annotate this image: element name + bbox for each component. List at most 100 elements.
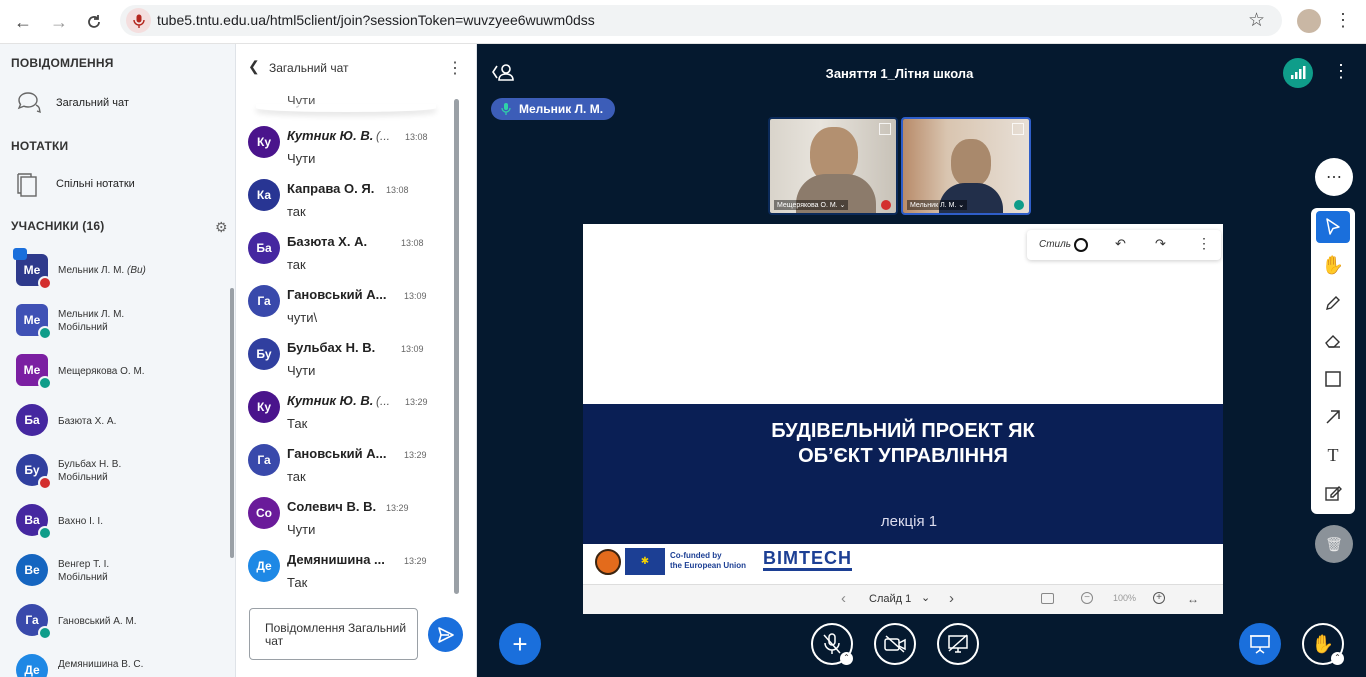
share-webcam-button[interactable]: [874, 623, 916, 665]
chat-options-icon[interactable]: ⋮: [447, 58, 463, 78]
select-tool-button[interactable]: [1316, 211, 1350, 243]
rectangle-tool-button[interactable]: [1316, 363, 1350, 395]
note-tool-button[interactable]: [1316, 477, 1350, 509]
slide-subtitle: лекція 1: [880, 513, 938, 530]
pencil-tool-button[interactable]: [1316, 287, 1350, 319]
message-sender: Бульбах Н. В.: [287, 340, 375, 355]
video-tile[interactable]: Мещерякова О. М. ⌄: [768, 117, 898, 215]
chat-message-input[interactable]: Повідомлення Загальний чат: [249, 608, 418, 660]
shared-notes-link[interactable]: Спільні нотатки: [16, 171, 135, 197]
forward-arrow-icon[interactable]: →: [46, 9, 72, 35]
redo-icon[interactable]: ↷: [1155, 236, 1166, 252]
eraser-tool-button[interactable]: [1316, 325, 1350, 357]
chat-header: ❮ Загальний чат ⋮: [236, 44, 476, 90]
participant-row[interactable]: Ме Мельник Л. М. (Ви): [13, 248, 226, 294]
style-label[interactable]: Стиль: [1039, 239, 1071, 250]
fit-width-icon[interactable]: ↔: [1187, 592, 1199, 606]
participant-row[interactable]: Ва Вахно І. І.: [16, 504, 226, 544]
chat-scrollbar[interactable]: [454, 99, 459, 594]
participant-device: Мобільний: [58, 572, 108, 583]
reactions-caret-icon[interactable]: ⌃: [1331, 652, 1344, 665]
user-list-scrollbar[interactable]: [230, 288, 234, 558]
video-tile-name: Мельник Л. М. ⌄: [907, 200, 968, 210]
slide-selector[interactable]: Слайд 1: [869, 593, 911, 605]
sticky-note-icon: [1325, 486, 1342, 501]
presentation-slide[interactable]: Стиль ↶ ↷ ⋮ БУДІВЕЛЬНИЙ ПРОЕКТ ЯК ОБ’ЄКТ…: [583, 224, 1223, 614]
sender-name: Солевич В. В.: [287, 499, 377, 514]
chat-message: Ку Кутник Ю. В. (... 13:29 Так: [248, 391, 448, 444]
raise-hand-button[interactable]: ✋ ⌃: [1302, 623, 1344, 665]
chat-message: Ку Кутник Ю. В. (... 13:08 Чути: [248, 126, 448, 179]
messages-section-title: ПОВІДОМЛЕННЯ: [11, 56, 114, 70]
eu-cofunded-text: Co-funded by the European Union: [670, 551, 746, 571]
bookmark-star-icon[interactable]: ☆: [1248, 9, 1265, 32]
participant-row[interactable]: Ме Мельник Л. М. Мобільний: [16, 304, 226, 344]
muted-mic-icon: [38, 476, 52, 490]
message-sender: Гановський А...: [287, 446, 397, 461]
stroke-style-icon[interactable]: [1074, 238, 1088, 252]
delete-annotations-button[interactable]: 🗑: [1315, 525, 1353, 563]
actions-plus-button[interactable]: +: [499, 623, 541, 665]
zoom-in-icon[interactable]: +: [1153, 592, 1165, 604]
zoom-out-icon[interactable]: −: [1081, 592, 1093, 604]
screen-share-off-icon: [948, 634, 968, 653]
participant-row[interactable]: Ба Базюта Х. А.: [16, 404, 226, 444]
options-menu-icon[interactable]: ⋮: [1332, 61, 1350, 82]
send-button[interactable]: [428, 617, 463, 652]
pan-tool-button[interactable]: ✋: [1316, 249, 1350, 281]
next-slide-icon[interactable]: ›: [949, 590, 954, 607]
participant-row[interactable]: Бу Бульбах Н. В. Мобільний: [16, 454, 226, 494]
participant-name: Венгер Т. І.: [58, 559, 110, 570]
sender-name: Гановський А...: [287, 287, 387, 302]
chevron-down-icon[interactable]: ⌄: [921, 591, 930, 604]
more-tools-button[interactable]: ⋯: [1315, 158, 1353, 196]
presentation-toggle-button[interactable]: [1239, 623, 1281, 665]
fullscreen-icon[interactable]: [1012, 123, 1024, 135]
avatar: Га: [248, 444, 280, 476]
headphones-icon: [38, 526, 52, 540]
video-tile[interactable]: Мельник Л. М. ⌄: [901, 117, 1031, 215]
participant-name: Мельник Л. М.: [58, 309, 125, 320]
arrow-tool-button[interactable]: [1316, 401, 1350, 433]
snapshot-icon[interactable]: [1041, 593, 1054, 604]
participant-row[interactable]: Га Гановський А. М.: [16, 604, 226, 644]
you-suffix: (Ви): [127, 265, 146, 276]
message-time: 13:29: [404, 556, 427, 566]
message-time: 13:09: [404, 291, 427, 301]
browser-menu-icon[interactable]: ⋮: [1334, 10, 1352, 31]
rectangle-icon: [1325, 371, 1341, 387]
eraser-icon: [1325, 335, 1340, 348]
message-sender: Кутник Ю. В.: [287, 393, 375, 408]
chevron-left-icon[interactable]: ❮: [248, 58, 260, 75]
mute-button[interactable]: ⌃: [811, 623, 853, 665]
participants-section-title: УЧАСНИКИ (16): [11, 219, 105, 233]
share-screen-button[interactable]: [937, 623, 979, 665]
address-bar[interactable]: tube5.tntu.edu.ua/html5client/join?sessi…: [120, 5, 1282, 36]
participant-name: Мельник Л. М.: [58, 265, 125, 276]
participant-name: Вахно І. І.: [58, 516, 103, 527]
message-sender: Базюта Х. А.: [287, 234, 367, 249]
connection-status-icon[interactable]: [1283, 58, 1313, 88]
participants-settings-gear-icon[interactable]: ⚙: [215, 219, 228, 236]
profile-avatar[interactable]: [1297, 9, 1321, 33]
participant-row[interactable]: Ме Мещерякова О. М.: [16, 354, 226, 394]
slide-title: БУДІВЕЛЬНИЙ ПРОЕКТ ЯК ОБ’ЄКТ УПРАВЛІННЯ: [583, 419, 1223, 469]
undo-icon[interactable]: ↶: [1115, 236, 1126, 252]
sender-name: Бульбах Н. В.: [287, 340, 376, 355]
sender-name: Демянишина ...: [287, 552, 385, 567]
back-arrow-icon[interactable]: ←: [10, 9, 36, 35]
participant-row[interactable]: Де Демянишина В. С.: [16, 654, 226, 677]
participant-row[interactable]: Ве Венгер Т. І. Мобільний: [16, 554, 226, 594]
toolbar-more-icon[interactable]: ⋮: [1197, 235, 1211, 252]
reload-icon[interactable]: [81, 9, 107, 35]
slide-title-band: БУДІВЕЛЬНИЙ ПРОЕКТ ЯК ОБ’ЄКТ УПРАВЛІННЯ …: [583, 404, 1223, 544]
fullscreen-icon[interactable]: [879, 123, 891, 135]
public-chat-link[interactable]: Загальний чат: [16, 90, 129, 116]
notes-section-title: НОТАТКИ: [11, 139, 69, 153]
participant-device: Мобільний: [58, 322, 108, 333]
audio-settings-caret-icon[interactable]: ⌃: [840, 652, 853, 665]
previous-slide-icon[interactable]: ‹: [841, 590, 846, 607]
microphone-permission-icon[interactable]: [126, 8, 151, 33]
text-tool-button[interactable]: T: [1316, 439, 1350, 471]
message-sender: Каправа О. Я.: [287, 181, 374, 196]
